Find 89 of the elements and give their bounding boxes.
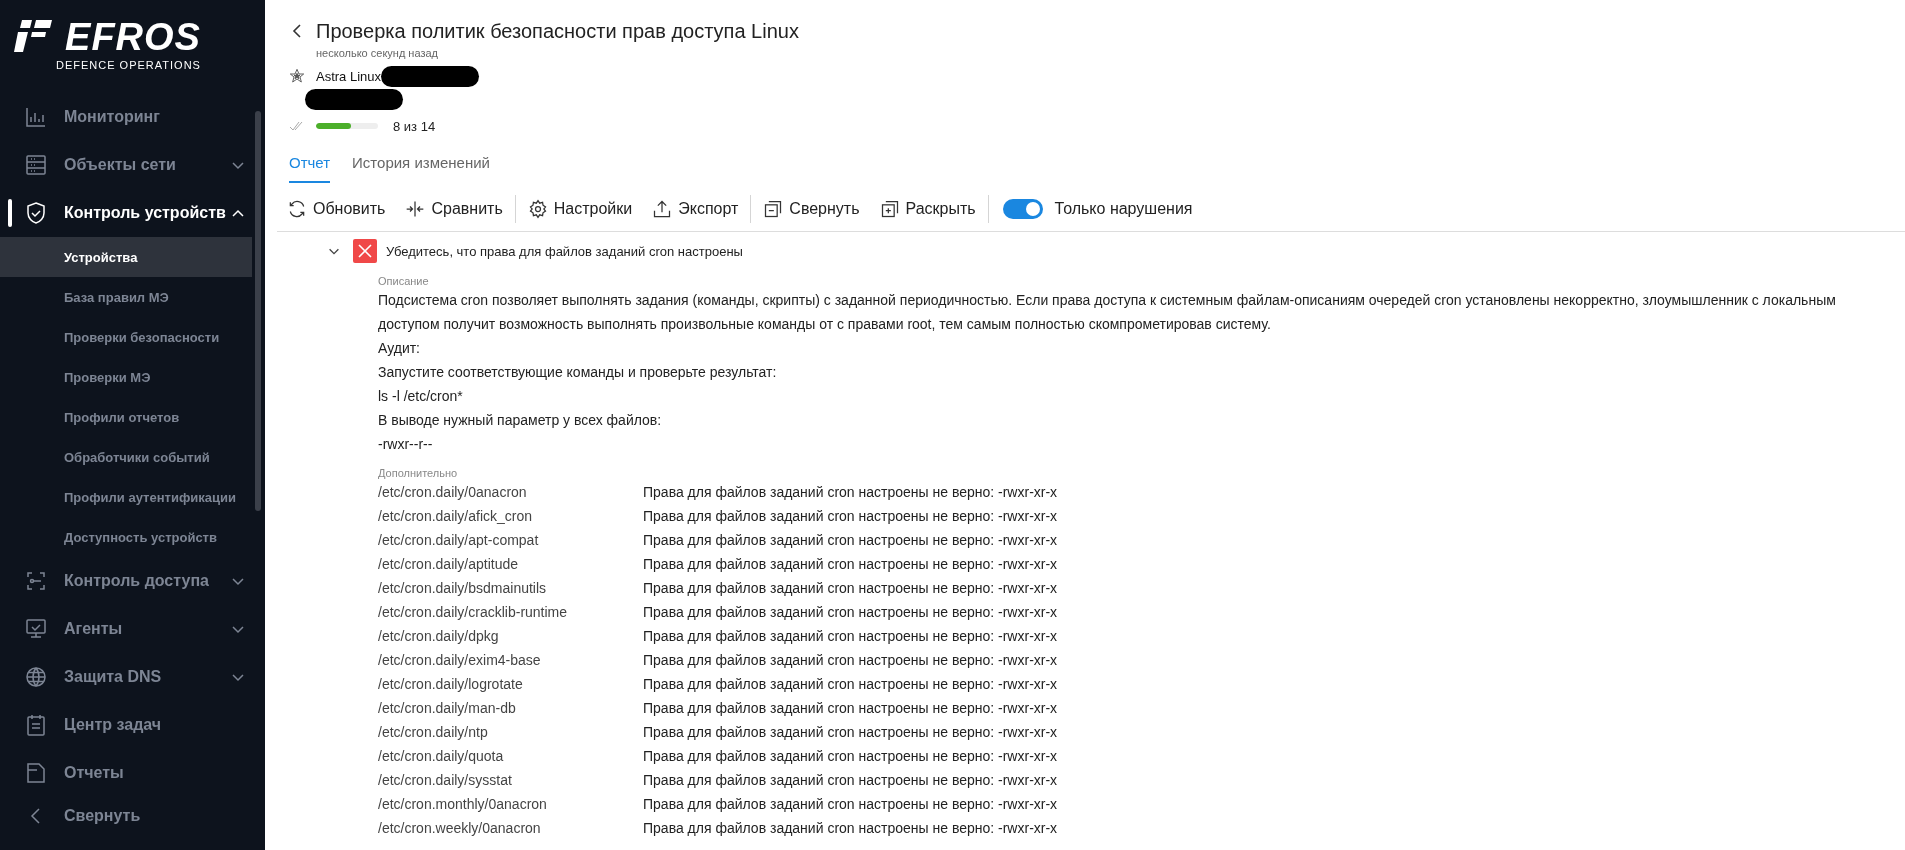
file-path: /etc/cron.daily/cracklib-runtime (378, 604, 569, 620)
file-path: /etc/cron.daily/dpkg (378, 628, 500, 644)
file-path: /etc/cron.daily/sysstat (378, 772, 513, 788)
result-message: Права для файлов заданий cron настроены не верно: -rwxr-xr-x (643, 724, 1058, 740)
tab[interactable]: История изменений (352, 150, 490, 183)
device-name: Astra Linux (316, 68, 382, 84)
file-path: /etc/cron.daily/quota (378, 748, 505, 764)
chart-icon (24, 105, 48, 129)
nav-subitem[interactable]: Проверки МЭ (0, 357, 252, 397)
file-path: /etc/cron.daily/apt-compat (378, 532, 540, 548)
nav-subitem[interactable]: Доступность устройств (0, 517, 252, 557)
result-message: Права для файлов заданий cron настроены не верно: -rwxr-xr-x (643, 628, 1058, 644)
nav-subitem[interactable]: Профили аутентификации (0, 477, 252, 517)
result-message: Права для файлов заданий cron настроены не верно: -rwxr-xr-x (643, 652, 1058, 668)
nav-subitem[interactable]: Проверки безопасности (0, 317, 252, 357)
nav-item[interactable]: Защита DNS (0, 653, 252, 701)
file-path: /etc/cron.monthly/0anacron (378, 796, 548, 812)
compare-button[interactable]: Сравнить (395, 199, 513, 219)
description-text: -rwxr--r-- (378, 435, 434, 454)
file-path: /etc/cron.daily/bsdmainutils (378, 580, 548, 596)
collapse-button[interactable]: Свернуть (753, 199, 870, 219)
monitor-icon (24, 617, 48, 641)
check-title: Убедитесь, что права для файлов заданий cron настроены (386, 243, 743, 259)
nav-item[interactable]: Мониторинг (0, 93, 252, 141)
description-text: В выводе нужный параметр у всех файлов: (378, 411, 663, 430)
minus-square-icon (763, 199, 784, 219)
nav-item[interactable]: Контроль устройств (0, 189, 252, 237)
server-icon (24, 153, 48, 177)
page-title: Проверка политик безопасности прав доступа Linux (316, 19, 799, 44)
result-message: Права для файлов заданий cron настроены не верно: -rwxr-xr-x (643, 604, 1058, 620)
file-path: /etc/cron.daily/logrotate (378, 676, 524, 692)
logo-name: EFROS (65, 18, 201, 56)
result-message: Права для файлов заданий cron настроены не верно: -rwxr-xr-x (643, 700, 1058, 716)
toggle-label: Только нарушения (1054, 200, 1193, 218)
plus-square-icon (879, 199, 900, 219)
nav-item[interactable]: Объекты сети (0, 141, 252, 189)
logo-icon (14, 20, 52, 52)
result-message: Права для файлов заданий cron настроены не верно: -rwxr-xr-x (643, 772, 1058, 788)
file-path: /etc/cron.daily/exim4-base (378, 652, 542, 668)
expand-button[interactable]: Раскрыть (869, 199, 986, 219)
report-icon (24, 761, 48, 785)
export-button[interactable]: Экспорт (642, 199, 749, 219)
collapse-button[interactable]: Свернуть (0, 788, 265, 843)
refresh-icon (287, 199, 307, 219)
file-path: /etc/cron.daily/ntp (378, 724, 489, 740)
timestamp: несколько секунд назад (316, 46, 439, 60)
description-text: Аудит: (378, 339, 421, 358)
file-path: /etc/cron.daily/aptitude (378, 556, 520, 572)
result-message: Права для файлов заданий cron настроены не верно: -rwxr-xr-x (643, 796, 1058, 812)
star-icon (289, 68, 305, 84)
upload-icon (652, 199, 673, 219)
section-label: Описание (378, 274, 430, 288)
result-message: Права для файлов заданий cron настроены не верно: -rwxr-xr-x (643, 484, 1058, 500)
description-text: ls -l /etc/cron* (378, 387, 464, 406)
result-message: Права для файлов заданий cron настроены не верно: -rwxr-xr-x (643, 532, 1058, 548)
result-message: Права для файлов заданий cron настроены не верно: -rwxr-xr-x (643, 508, 1058, 524)
result-message: Права для файлов заданий cron настроены не верно: -rwxr-xr-x (643, 820, 1058, 836)
clipboard-icon (24, 713, 48, 737)
shield-icon (24, 201, 48, 225)
refresh-button[interactable]: Обновить (277, 199, 396, 219)
double-check-icon (289, 121, 305, 131)
result-message: Права для файлов заданий cron настроены не верно: -rwxr-xr-x (643, 748, 1058, 764)
nav-subitem[interactable]: Профили отчетов (0, 397, 252, 437)
file-path: /etc/cron.daily/0anacron (378, 484, 528, 500)
settings-button[interactable]: Настройки (517, 199, 643, 219)
result-message: Права для файлов заданий cron настроены не верно: -rwxr-xr-x (643, 676, 1058, 692)
nav-subitem[interactable]: Устройства (0, 237, 252, 277)
globe-icon (24, 665, 48, 689)
file-path: /etc/cron.weekly/0anacron (378, 820, 542, 836)
nav-subitem[interactable]: Обработчики событий (0, 437, 252, 477)
settings-icon (527, 199, 548, 219)
description-text: Запустите соответствующие команды и проверьте результат: (378, 363, 778, 382)
nav-item[interactable]: Контроль доступа (0, 557, 252, 605)
nav-item[interactable]: Центр задач (0, 701, 252, 749)
tab[interactable]: Отчет (289, 150, 331, 183)
nav-item[interactable]: Агенты (0, 605, 252, 653)
nav-item[interactable]: Отчеты (0, 749, 252, 788)
result-message: Права для файлов заданий cron настроены не верно: -rwxr-xr-x (643, 556, 1058, 572)
section-label: Дополнительно (378, 466, 459, 480)
result-message: Права для файлов заданий cron настроены не верно: -rwxr-xr-x (643, 580, 1058, 596)
logo-tagline: DEFENCE OPERATIONS (56, 59, 201, 71)
description-text: Подсистема cron позволяет выполнять задания (команды, скрипты) с заданной периодичностью. Если права доступа к системным файлам-описаниям очередей cron установлены некорректно, злоумышленник с локальным доступом получит возможность выполнять произвольные команды от с правами root, тем самым полностью скомпрометировав систему. (378, 291, 1837, 334)
nav-subitem[interactable]: База правил МЭ (0, 277, 252, 317)
progress-label: 8 из 14 (393, 118, 436, 134)
file-path: /etc/cron.daily/man-db (378, 700, 517, 716)
toggle-switch[interactable] (1002, 199, 1043, 219)
file-path: /etc/cron.daily/afick_cron (378, 508, 534, 524)
scan-icon (24, 569, 48, 593)
compare-icon (405, 199, 426, 219)
